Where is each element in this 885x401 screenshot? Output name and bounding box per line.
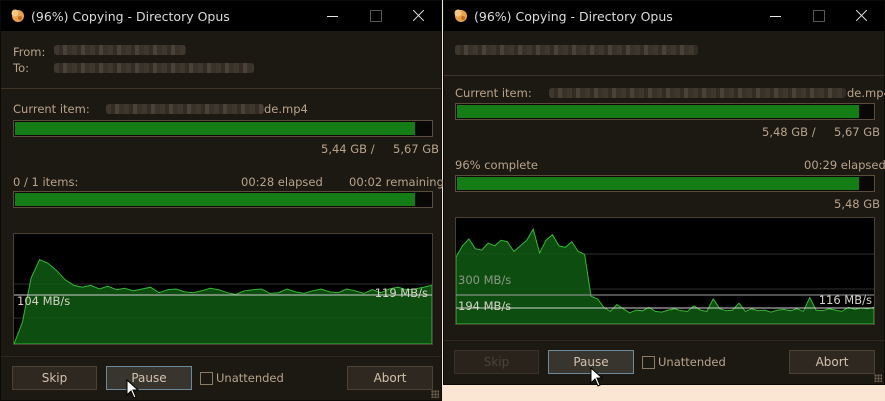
minimize-icon[interactable] (766, 6, 786, 26)
current-item-redacted (106, 104, 264, 114)
item-size-copied: 5,48 GB / (762, 125, 816, 139)
total-size-copied: 5,48 GB (834, 197, 881, 211)
unattended-label[interactable]: Unattended (216, 371, 284, 385)
items-count-label: 0 / 1 items: (13, 175, 79, 189)
speed-graph: 104 MB/s 119 MB/s (13, 233, 433, 345)
resize-grip-icon[interactable] (874, 374, 882, 382)
abort-button[interactable]: Abort (347, 366, 433, 390)
item-progress-fill (15, 122, 416, 135)
speed-graph-svg (456, 227, 874, 324)
directory-opus-icon (11, 9, 24, 22)
peak-speed-label: 300 MB/s (458, 273, 512, 287)
item-progress-bar (13, 120, 433, 137)
mouse-cursor-icon (590, 367, 604, 387)
elapsed-time: 00:29 elapsed (804, 158, 885, 172)
skip-button[interactable]: Skip (454, 350, 539, 374)
current-speed-label: 119 MB/s (374, 286, 428, 300)
pause-button[interactable]: Pause (106, 366, 192, 390)
copy-dialog-left: (96%) Copying - Directory Opus From: To:… (0, 0, 444, 401)
item-size-total: 5,67 GB (834, 125, 881, 139)
footer-separator (1, 356, 441, 357)
unattended-checkbox[interactable] (200, 372, 213, 385)
elapsed-time: 00:28 elapsed (241, 175, 323, 189)
header-separator (1, 88, 441, 89)
item-size-copied: 5,44 GB / (321, 142, 375, 156)
resize-grip-icon[interactable] (431, 390, 439, 398)
current-item-redacted (549, 88, 846, 98)
skip-button[interactable]: Skip (12, 366, 97, 390)
current-item-label: Current item: (455, 86, 532, 100)
copy-dialog-right: (96%) Copying - Directory Opus Current i… (443, 0, 885, 387)
remaining-time: 00:02 remaining (349, 175, 444, 189)
current-item-name: de.mp4 (847, 86, 885, 100)
window-title: (96%) Copying - Directory Opus (474, 9, 673, 24)
total-progress-fill (457, 177, 859, 190)
item-progress-fill (457, 105, 859, 118)
title-bar[interactable]: (96%) Copying - Directory Opus (444, 1, 884, 31)
window-title: (96%) Copying - Directory Opus (31, 9, 230, 24)
title-bar[interactable]: (96%) Copying - Directory Opus (1, 1, 441, 31)
total-progress-bar (13, 191, 433, 208)
close-icon[interactable] (852, 6, 872, 26)
minimize-icon[interactable] (323, 6, 343, 26)
average-speed-label: 104 MB/s (17, 294, 71, 308)
item-size-total: 5,67 GB (393, 142, 440, 156)
to-label: To: (13, 61, 29, 75)
destination-path-redacted (455, 45, 698, 55)
directory-opus-icon (454, 9, 467, 22)
percent-complete-label: 96% complete (455, 158, 538, 172)
total-progress-bar (455, 175, 875, 192)
unattended-checkbox[interactable] (642, 356, 655, 369)
from-label: From: (13, 45, 46, 59)
footer-separator (444, 340, 884, 341)
speed-graph: 300 MB/s 194 MB/s 116 MB/s (455, 217, 875, 325)
speed-graph-svg (14, 259, 432, 344)
from-path-redacted (54, 45, 186, 55)
maximize-icon (809, 6, 829, 26)
mouse-cursor-icon (126, 379, 140, 399)
item-progress-bar (455, 103, 875, 120)
current-item-name: de.mp4 (264, 102, 308, 116)
total-progress-fill (15, 193, 416, 206)
unattended-label[interactable]: Unattended (658, 355, 726, 369)
maximize-icon (366, 6, 386, 26)
current-item-label: Current item: (13, 102, 90, 116)
abort-button[interactable]: Abort (789, 350, 875, 374)
average-speed-label: 194 MB/s (458, 299, 512, 313)
current-speed-label: 116 MB/s (818, 293, 872, 307)
to-path-redacted (54, 63, 254, 73)
close-icon[interactable] (409, 6, 429, 26)
header-separator (444, 75, 884, 76)
